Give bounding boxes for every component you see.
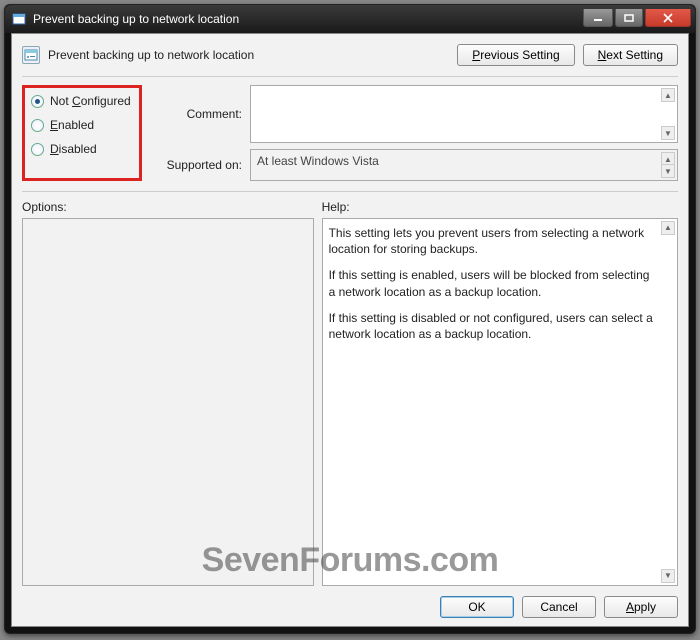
supported-label: Supported on: [152, 158, 242, 172]
comment-textarea[interactable]: ▲ ▼ [250, 85, 678, 143]
dialog-buttons: OK Cancel Apply [22, 586, 678, 618]
help-paragraph: If this setting is enabled, users will b… [329, 267, 659, 299]
radio-disabled[interactable]: Disabled [31, 142, 133, 156]
state-radio-group: Not Configured Enabled Disabled [22, 85, 142, 181]
header-row: Prevent backing up to network location P… [22, 42, 678, 74]
window-title: Prevent backing up to network location [33, 12, 583, 26]
comment-label: Comment: [152, 107, 242, 121]
radio-icon [31, 95, 44, 108]
options-label: Options: [22, 200, 314, 214]
ok-button[interactable]: OK [440, 596, 514, 618]
scroll-down-icon[interactable]: ▼ [661, 569, 675, 583]
policy-title: Prevent backing up to network location [48, 48, 449, 62]
radio-icon [31, 143, 44, 156]
help-paragraph: If this setting is disabled or not confi… [329, 310, 659, 342]
options-panel [22, 218, 314, 586]
panels-row: Options: Help: This setting lets you pre… [22, 200, 678, 586]
radio-not-configured[interactable]: Not Configured [31, 94, 133, 108]
minimize-button[interactable] [583, 9, 613, 27]
divider [22, 191, 678, 192]
apply-button[interactable]: Apply [604, 596, 678, 618]
supported-on-value: At least Windows Vista [257, 154, 379, 168]
app-icon [11, 11, 27, 27]
radio-icon [31, 119, 44, 132]
next-setting-button[interactable]: Next Setting [583, 44, 678, 66]
maximize-button[interactable] [615, 9, 643, 27]
cancel-button[interactable]: Cancel [522, 596, 596, 618]
scroll-down-icon[interactable]: ▼ [661, 126, 675, 140]
scroll-down-icon[interactable]: ▼ [661, 164, 675, 178]
supported-on-box: At least Windows Vista ▲ ▼ [250, 149, 678, 181]
divider [22, 76, 678, 77]
client-area: Prevent backing up to network location P… [11, 33, 689, 627]
help-paragraph: This setting lets you prevent users from… [329, 225, 659, 257]
previous-setting-button[interactable]: Previous Setting [457, 44, 574, 66]
window-controls [583, 9, 691, 29]
radio-label: Enabled [50, 118, 94, 132]
help-label: Help: [322, 200, 678, 214]
help-panel: This setting lets you prevent users from… [322, 218, 678, 586]
radio-enabled[interactable]: Enabled [31, 118, 133, 132]
radio-label: Disabled [50, 142, 97, 156]
radio-label: Not Configured [50, 94, 131, 108]
titlebar[interactable]: Prevent backing up to network location [5, 5, 695, 33]
scroll-up-icon[interactable]: ▲ [661, 221, 675, 235]
config-row: Not Configured Enabled Disabled Comment:… [22, 85, 678, 181]
policy-icon [22, 46, 40, 64]
scroll-up-icon[interactable]: ▲ [661, 88, 675, 102]
close-button[interactable] [645, 9, 691, 27]
dialog-window: Prevent backing up to network location P… [4, 4, 696, 634]
